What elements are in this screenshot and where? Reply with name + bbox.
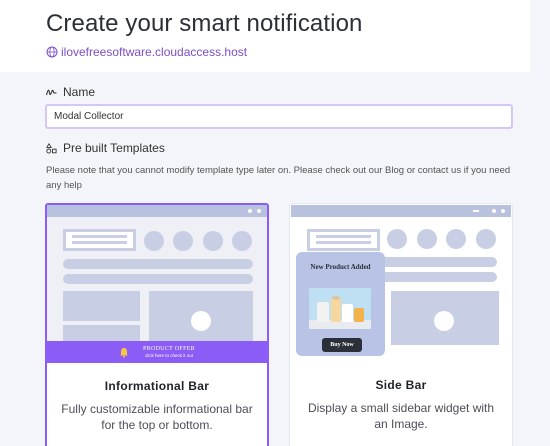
wireframe-circle [173, 231, 193, 251]
bell-icon [120, 347, 128, 358]
card-description: Display a small sidebar widget with an I… [307, 401, 495, 431]
informational-bar-preview: PRODUCT OFFER click here to check it out [47, 205, 267, 363]
wireframe-circle [417, 229, 437, 249]
wireframe-line [63, 274, 253, 284]
wireframe-circle [387, 229, 407, 249]
wireframe-block [63, 325, 140, 341]
shapes-icon [46, 142, 57, 153]
wireframe-line [63, 259, 253, 269]
widget-title: New Product Added [310, 263, 371, 271]
wireframe-circle [446, 229, 466, 249]
page-title: Create your smart notification [46, 10, 363, 37]
name-label-text: Name [63, 85, 96, 99]
offer-subtitle: click here to check it out [144, 353, 193, 358]
window-dots-icon [248, 209, 261, 213]
wireframe-dot [434, 311, 454, 331]
template-card-side-bar[interactable]: New Product Added Buy Now Side Bar Displ… [289, 203, 513, 446]
card-title: Side Bar [375, 378, 427, 392]
globe-icon [46, 46, 58, 58]
site-url-text: ilovefreesoftware.cloudaccess.host [61, 45, 248, 59]
site-url-link[interactable]: ilovefreesoftware.cloudaccess.host [46, 45, 247, 59]
wireframe-block [63, 291, 140, 321]
wireframe-dot [191, 311, 211, 331]
window-dots-icon [492, 209, 505, 213]
offer-title: PRODUCT OFFER [143, 346, 195, 352]
sidebar-widget-preview: New Product Added Buy Now [296, 252, 385, 356]
name-input[interactable] [45, 104, 513, 129]
page-header: Create your smart notification ilovefree… [0, 0, 530, 72]
wireframe-header-block [307, 229, 380, 251]
side-bar-preview: New Product Added Buy Now [291, 205, 511, 361]
signature-icon [46, 89, 57, 95]
template-note: Please note that you cannot modify templ… [46, 165, 511, 191]
card-title: Informational Bar [104, 379, 210, 393]
wireframe-header-block [63, 229, 136, 251]
browser-bar [47, 205, 267, 217]
wireframe-circle [144, 231, 164, 251]
browser-bar [291, 205, 511, 217]
template-card-informational-bar[interactable]: PRODUCT OFFER click here to check it out… [45, 203, 269, 446]
product-image [309, 288, 371, 329]
templates-label-text: Pre built Templates [63, 141, 165, 155]
offer-bar: PRODUCT OFFER click here to check it out [47, 341, 267, 363]
card-description: Fully customizable informational bar for… [61, 402, 253, 432]
name-label: Name [46, 85, 95, 99]
templates-label: Pre built Templates [46, 141, 165, 155]
wireframe-circle [476, 229, 496, 249]
buy-now-button: Buy Now [322, 338, 362, 352]
wireframe-circle [232, 231, 252, 251]
wireframe-circle [203, 231, 223, 251]
